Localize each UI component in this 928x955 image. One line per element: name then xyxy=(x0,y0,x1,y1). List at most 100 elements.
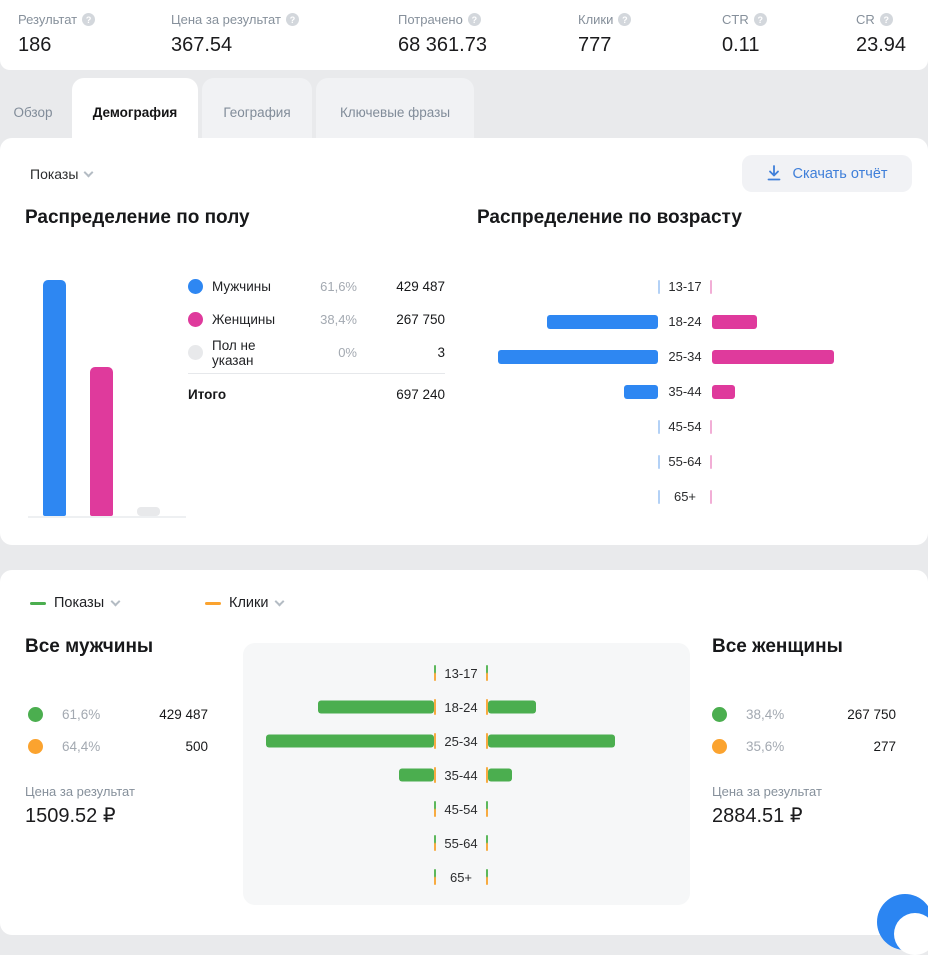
metric-percent: 35,6% xyxy=(746,739,784,754)
stat-label: Клики xyxy=(578,12,613,27)
age-label: 65+ xyxy=(436,870,486,885)
stat-column: Результат?186 xyxy=(18,12,95,57)
help-icon[interactable]: ? xyxy=(82,13,95,26)
help-icon[interactable]: ? xyxy=(754,13,767,26)
metric-value: 500 xyxy=(100,739,208,754)
male-cpr-label: Цена за результат xyxy=(25,784,135,799)
tab-overview[interactable]: Обзор xyxy=(0,78,66,140)
help-icon[interactable]: ? xyxy=(880,13,893,26)
metric-dot xyxy=(712,739,727,754)
legend-dot xyxy=(188,312,203,327)
stat-column: Цена за результат? 367.54 xyxy=(171,12,299,57)
male-cpr-value: 1509.52 ₽ xyxy=(25,803,116,828)
metric-value: 277 xyxy=(784,739,896,754)
age-label: 18-24 xyxy=(660,314,710,329)
stat-label: CR xyxy=(856,12,875,27)
age-bar-zone-right xyxy=(488,758,690,792)
age-label: 55-64 xyxy=(660,454,710,469)
age-bar-zone-right xyxy=(488,792,690,826)
stat-label: Цена за результат xyxy=(171,12,281,27)
age-bar-left xyxy=(399,769,434,782)
demography-panel: Показы Скачать отчёт Распределение по по… xyxy=(0,138,928,545)
age-bar-right xyxy=(712,385,735,399)
age-bar-left xyxy=(318,701,434,714)
age-chart-row: 13-17 xyxy=(243,656,690,690)
stat-label-row: Клики? xyxy=(578,12,631,27)
age-bar-right xyxy=(712,350,834,364)
age-bar-zone-left xyxy=(480,374,658,409)
legend-impressions-dropdown[interactable]: Показы xyxy=(30,595,119,611)
stat-value: 777 xyxy=(578,34,631,57)
chevron-down-icon xyxy=(111,597,121,607)
metric-dot xyxy=(712,707,727,722)
legend-label: Клики xyxy=(229,595,268,611)
gender-section-title: Распределение по полу xyxy=(25,207,250,229)
age-label: 65+ xyxy=(660,489,710,504)
age-chart-row: 13-17 xyxy=(480,269,880,304)
metric-percent: 64,4% xyxy=(62,739,100,754)
age-bar-zone-left xyxy=(267,860,434,894)
age-chart-row: 35-44 xyxy=(243,758,690,792)
stat-label: Результат xyxy=(18,12,77,27)
age-label: 13-17 xyxy=(436,666,486,681)
age-bar-zone-left xyxy=(480,409,658,444)
age-label: 35-44 xyxy=(660,384,710,399)
tab-keywords[interactable]: Ключевые фразы xyxy=(316,78,474,140)
age-bar-zone-left xyxy=(267,826,434,860)
age-label: 18-24 xyxy=(436,700,486,715)
help-icon[interactable]: ? xyxy=(286,13,299,26)
age-bar-zone-left xyxy=(267,690,434,724)
metric-row: 35,6%277 xyxy=(712,730,896,762)
female-cpr-label: Цена за результат xyxy=(712,784,822,799)
gender-bar-0 xyxy=(43,280,66,516)
legend-dot xyxy=(188,345,203,360)
age-bar-zone-left xyxy=(480,444,658,479)
female-panel-title: Все женщины xyxy=(712,636,843,658)
tab-demographics[interactable]: Демография xyxy=(72,78,198,140)
age-bar-zone-left xyxy=(267,724,434,758)
gender-bar-1 xyxy=(90,367,113,516)
tab-geography[interactable]: География xyxy=(202,78,312,140)
age-chart-row: 18-24 xyxy=(243,690,690,724)
age-chart-row: 65+ xyxy=(480,479,880,514)
age-section-title: Распределение по возрасту xyxy=(477,207,742,229)
legend-clicks-dropdown[interactable]: Клики xyxy=(205,595,283,611)
metric-value: 429 487 xyxy=(100,707,208,722)
stat-value: 23.94 xyxy=(856,34,906,57)
age-bar-zone-right xyxy=(488,690,690,724)
tab-bar: ОбзорДемографияГеографияКлючевые фразы xyxy=(0,78,928,140)
help-icon[interactable]: ? xyxy=(468,13,481,26)
metric-dot xyxy=(28,707,43,722)
stat-label-row: CTR? xyxy=(722,12,767,27)
stat-label-row: Потрачено? xyxy=(398,12,487,27)
legend-label: Показы xyxy=(54,595,104,611)
gender-legend-row: Пол не указан0%3 xyxy=(188,336,445,369)
chat-fab-glyph xyxy=(894,913,928,955)
legend-divider xyxy=(188,373,445,374)
age-chart-row: 55-64 xyxy=(480,444,880,479)
metric-percent: 61,6% xyxy=(62,707,100,722)
legend-dash xyxy=(205,602,221,605)
stat-value: 0.11 xyxy=(722,34,767,57)
legend-value: 3 xyxy=(357,345,445,360)
download-icon xyxy=(766,165,782,182)
metric-dropdown[interactable]: Показы xyxy=(30,166,92,182)
age-chart-row: 55-64 xyxy=(243,826,690,860)
stat-value: 367.54 xyxy=(171,34,299,57)
chevron-down-icon xyxy=(275,597,285,607)
age-bar-right xyxy=(712,315,757,329)
age-bar-right xyxy=(488,701,536,714)
stat-column: Клики? 777 xyxy=(578,12,631,57)
chat-fab-button[interactable] xyxy=(877,894,928,950)
legend-name: Пол не указан xyxy=(212,338,297,368)
age-bar-zone-left xyxy=(480,479,658,514)
age-chart-row: 18-24 xyxy=(480,304,880,339)
legend-name: Мужчины xyxy=(212,279,297,294)
chevron-down-icon xyxy=(84,168,94,178)
download-report-button[interactable]: Скачать отчёт xyxy=(742,155,912,192)
age-bar-zone-left xyxy=(267,656,434,690)
age-label: 13-17 xyxy=(660,279,710,294)
metric-row: 64,4%500 xyxy=(28,730,208,762)
age-bar-zone-right xyxy=(488,656,690,690)
help-icon[interactable]: ? xyxy=(618,13,631,26)
